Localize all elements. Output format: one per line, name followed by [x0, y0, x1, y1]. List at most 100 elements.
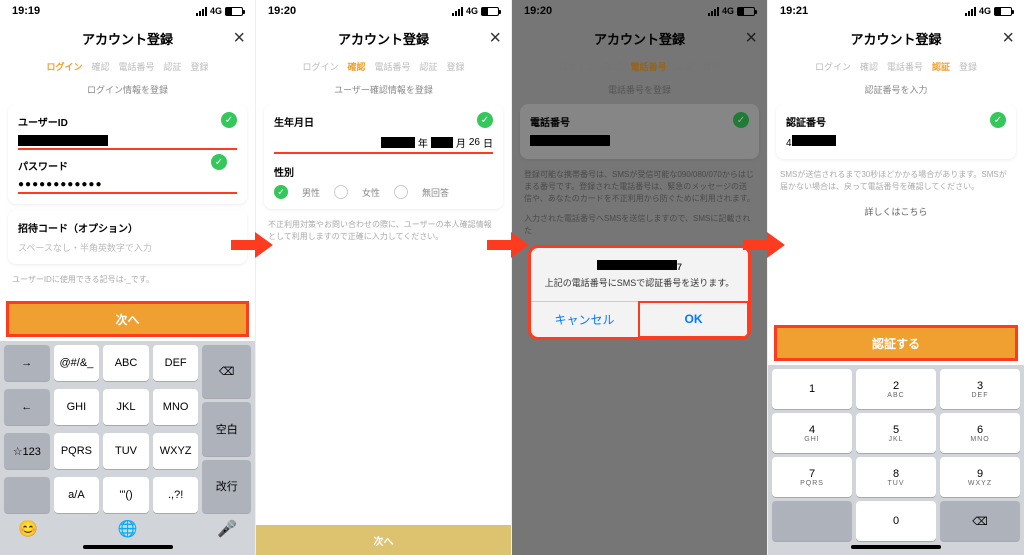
- tab-confirm[interactable]: 確認: [91, 60, 109, 73]
- status-bar: 19:21 4G: [768, 0, 1024, 22]
- battery-icon: [994, 7, 1012, 16]
- check-icon: ✓: [221, 112, 237, 128]
- close-icon[interactable]: ×: [233, 27, 245, 50]
- invite-label: 招待コード（オプション）: [18, 220, 237, 235]
- ok-button[interactable]: OK: [638, 301, 749, 338]
- key-mode[interactable]: ☆123: [4, 433, 50, 469]
- key-arrow-right[interactable]: →: [4, 345, 50, 381]
- key-arrow-left[interactable]: ←: [4, 389, 50, 425]
- status-bar: 19:19 4G: [0, 0, 255, 22]
- user-id-input[interactable]: [18, 135, 237, 150]
- key-quotes[interactable]: '"(): [103, 477, 149, 513]
- key-7[interactable]: 7PQRS: [772, 457, 852, 497]
- code-label: 認証番号: [786, 114, 1006, 129]
- key-abc[interactable]: ABC: [103, 345, 149, 381]
- key-mno[interactable]: MNO: [153, 389, 199, 425]
- invite-card: 招待コード（オプション） スペースなし・半角英数字で入力: [8, 210, 247, 264]
- status-bar: 19:20 4G: [256, 0, 511, 22]
- home-indicator[interactable]: [851, 545, 941, 549]
- network: 4G: [466, 6, 478, 16]
- radio-female[interactable]: [334, 185, 348, 199]
- signal-icon: [965, 7, 976, 16]
- key-punct[interactable]: .,?!: [153, 477, 199, 513]
- screen-confirm: 19:20 4G アカウント登録× ログイン 確認 電話番号 認証 登録 ユーザ…: [256, 0, 512, 555]
- key-backspace[interactable]: ⌫: [940, 501, 1020, 541]
- key-4[interactable]: 4GHI: [772, 413, 852, 453]
- next-button[interactable]: 次へ: [6, 301, 249, 337]
- user-id-label: ユーザーID: [18, 114, 237, 129]
- alert-message: 上記の電話番号にSMSで認証番号を送ります。: [541, 276, 738, 289]
- tab-confirm[interactable]: 確認: [347, 60, 365, 73]
- key-backspace[interactable]: ⌫: [202, 345, 251, 398]
- key-6[interactable]: 6MNO: [940, 413, 1020, 453]
- cancel-button[interactable]: キャンセル: [531, 302, 639, 337]
- key-space[interactable]: 空白: [202, 402, 251, 455]
- key-2[interactable]: 2ABC: [856, 369, 936, 409]
- key-symbols[interactable]: @#/&_: [54, 345, 100, 381]
- dob-input[interactable]: 年 月 26日: [274, 135, 493, 154]
- key-ghi[interactable]: GHI: [54, 389, 100, 425]
- next-button[interactable]: 次へ: [256, 525, 511, 555]
- details-link[interactable]: 詳しくはこちら: [776, 197, 1016, 226]
- invite-input[interactable]: スペースなし・半角英数字で入力: [18, 241, 237, 254]
- key-1[interactable]: 1: [772, 369, 852, 409]
- gender-label: 性別: [274, 164, 493, 179]
- key-blank[interactable]: [4, 477, 50, 513]
- tab-register[interactable]: 登録: [959, 60, 977, 73]
- tab-phone[interactable]: 電話番号: [118, 60, 154, 73]
- screen-auth: 19:21 4G アカウント登録× ログイン 確認 電話番号 認証 登録 認証番…: [768, 0, 1024, 555]
- tab-phone[interactable]: 電話番号: [887, 60, 923, 73]
- tab-login[interactable]: ログイン: [46, 60, 82, 73]
- tab-register[interactable]: 登録: [447, 60, 465, 73]
- dob-label: 生年月日: [274, 114, 493, 129]
- key-8[interactable]: 8TUV: [856, 457, 936, 497]
- globe-icon[interactable]: 🌐: [118, 519, 138, 539]
- subtitle: ログイン情報を登録: [0, 79, 255, 104]
- signal-icon: [196, 7, 207, 16]
- mic-icon[interactable]: 🎤: [217, 519, 237, 539]
- close-icon[interactable]: ×: [1002, 27, 1014, 50]
- password-input[interactable]: ●●●●●●●●●●●●: [18, 179, 237, 194]
- emoji-icon[interactable]: 😊: [18, 519, 38, 539]
- tab-phone[interactable]: 電話番号: [374, 60, 410, 73]
- key-tuv[interactable]: TUV: [103, 433, 149, 469]
- keyboard[interactable]: → @#/&_ ABC DEF ← GHI JKL MNO ☆123 PQRS …: [0, 341, 255, 555]
- time: 19:21: [780, 5, 808, 17]
- tab-register[interactable]: 登録: [191, 60, 209, 73]
- password-label: パスワード: [18, 158, 237, 173]
- step-tabs: ログイン 確認 電話番号 認証 登録: [0, 54, 255, 79]
- tab-login[interactable]: ログイン: [815, 60, 851, 73]
- key-9[interactable]: 9WXYZ: [940, 457, 1020, 497]
- time: 19:19: [12, 5, 40, 17]
- tab-confirm[interactable]: 確認: [860, 60, 878, 73]
- close-icon[interactable]: ×: [489, 27, 501, 50]
- key-pqrs[interactable]: PQRS: [54, 433, 100, 469]
- key-5[interactable]: 5JKL: [856, 413, 936, 453]
- arrow-icon: [743, 230, 785, 260]
- key-jkl[interactable]: JKL: [103, 389, 149, 425]
- check-icon: ✓: [477, 112, 493, 128]
- key-wxyz[interactable]: WXYZ: [153, 433, 199, 469]
- radio-male[interactable]: ✓: [274, 185, 288, 199]
- numpad[interactable]: 1 2ABC 3DEF 4GHI 5JKL 6MNO 7PQRS 8TUV 9W…: [768, 365, 1024, 555]
- auth-button[interactable]: 認証する: [774, 325, 1018, 361]
- note: SMSが送信されるまで30秒ほどかかる場合があります。SMSが届かない場合は、戻…: [776, 165, 1016, 197]
- key-def[interactable]: DEF: [153, 345, 199, 381]
- key-enter[interactable]: 改行: [202, 460, 251, 513]
- key-0[interactable]: 0: [856, 501, 936, 541]
- tab-login[interactable]: ログイン: [302, 60, 338, 73]
- network: 4G: [979, 6, 991, 16]
- key-case[interactable]: a/A: [54, 477, 100, 513]
- arrow-icon: [487, 230, 529, 260]
- tab-auth[interactable]: 認証: [932, 60, 950, 73]
- tab-auth[interactable]: 認証: [164, 60, 182, 73]
- footnote: ユーザーIDに使用できる記号は-_です。: [8, 270, 247, 290]
- home-indicator[interactable]: [83, 545, 173, 549]
- tab-auth[interactable]: 認証: [420, 60, 438, 73]
- radio-none[interactable]: [394, 185, 408, 199]
- note: 不正利用対策やお問い合わせの際に、ユーザーの本人確認情報として利用しますので正確…: [264, 215, 503, 247]
- nav-bar: アカウント登録 ×: [0, 22, 255, 54]
- confirm-alert: 7 上記の電話番号にSMSで認証番号を送ります。 キャンセル OK: [528, 245, 751, 340]
- code-input[interactable]: 4: [786, 135, 1006, 149]
- key-3[interactable]: 3DEF: [940, 369, 1020, 409]
